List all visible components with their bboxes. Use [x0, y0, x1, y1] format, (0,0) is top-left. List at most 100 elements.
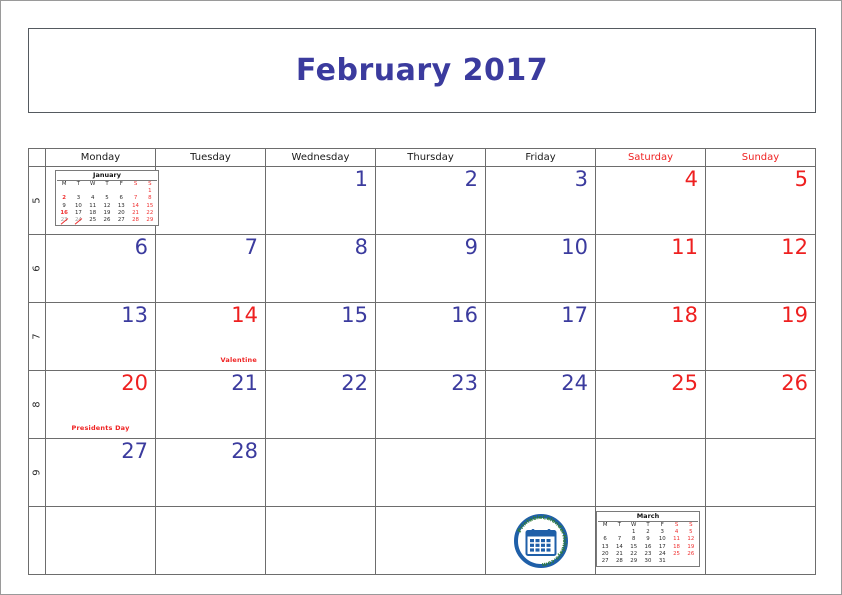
day-cell-18[interactable]: 18 [596, 303, 706, 370]
day-cell-24[interactable]: 24 [486, 371, 596, 438]
day-cell-22[interactable]: 22 [266, 371, 376, 438]
day-cell-4[interactable]: 4 [596, 167, 706, 234]
day-cell-23[interactable]: 23 [376, 371, 486, 438]
day-cell-empty[interactable] [706, 439, 815, 506]
day-cell-empty[interactable] [266, 507, 376, 574]
day-cell-21[interactable]: 21 [156, 371, 266, 438]
day-cell-empty[interactable]: PrintableCalendarHolidays.com [486, 507, 596, 574]
mini-calendar-march-day: 12 [687, 536, 695, 543]
day-cell-empty[interactable] [376, 507, 486, 574]
mini-calendar-march-day: 6 [603, 536, 607, 543]
mini-calendar-january-dow: T [76, 181, 81, 187]
day-cell-empty[interactable] [486, 439, 596, 506]
day-number: 14 [231, 303, 258, 327]
day-header-saturday: Saturday [596, 149, 706, 166]
mini-calendar-march-day: 9 [646, 536, 650, 543]
mini-calendar-january-dow: M [61, 181, 67, 187]
mini-calendar-january-day: 13 [117, 202, 125, 209]
mini-calendar-march-dow: M [602, 522, 608, 528]
day-cell-14[interactable]: 14 Valentine [156, 303, 266, 370]
day-number: 13 [121, 303, 148, 327]
mini-calendar-march-week: 1 2 3 4 5 [598, 529, 698, 536]
day-cell-empty[interactable] [706, 507, 815, 574]
mini-calendar-january-week: 16 17 18 19 20 21 22 [57, 210, 157, 217]
mini-calendar-march-day: 7 [617, 536, 622, 543]
mini-calendar-march-day [612, 529, 626, 536]
day-cell-10[interactable]: 10 [486, 235, 596, 302]
mini-calendar-january-day [57, 188, 71, 195]
day-cell-empty[interactable] [156, 167, 266, 234]
mini-calendar-march-day: 21 [615, 550, 623, 557]
mini-calendar-march-day: 11 [673, 536, 680, 543]
week-number-label: 5 [31, 197, 43, 204]
mini-calendar-january-day: 28 [132, 217, 139, 224]
mini-calendar-january-day [86, 188, 100, 195]
mini-calendar-march-dow: T [646, 522, 650, 528]
day-cell-6[interactable]: 6 [46, 235, 156, 302]
day-cell-empty[interactable] [156, 507, 266, 574]
day-cell-empty[interactable] [376, 439, 486, 506]
day-number: 12 [781, 235, 808, 259]
day-number: 11 [671, 235, 698, 259]
mini-calendar-january-day: 5 [105, 195, 109, 202]
calendar-week-row: 9 27 28 [29, 439, 815, 507]
day-cell-27[interactable]: 27 [46, 439, 156, 506]
day-cell-empty[interactable]: March M T W T F S S 1 2 3 4 5 6 7 8 9 10 11 12 13 14 15 16 17 18 1… [596, 507, 706, 574]
day-cell-2[interactable]: 2 [376, 167, 486, 234]
day-cell-20[interactable]: 20 Presidents Day [46, 371, 156, 438]
day-cell-25[interactable]: 25 [596, 371, 706, 438]
day-cell-17[interactable]: 17 [486, 303, 596, 370]
day-cell-3[interactable]: 3 [486, 167, 596, 234]
mini-calendar-march-dow: S [674, 522, 679, 528]
day-number: 25 [671, 371, 698, 395]
site-logo[interactable]: PrintableCalendarHolidays.com [512, 512, 570, 570]
mini-calendar-march-week: 13 14 15 16 17 18 19 [598, 544, 698, 551]
day-cell-empty[interactable] [266, 439, 376, 506]
week-number-cell: 8 [29, 371, 46, 438]
day-cell-16[interactable]: 16 [376, 303, 486, 370]
day-cell-1[interactable]: 1 [266, 167, 376, 234]
mini-calendar-march-day: 14 [615, 543, 623, 550]
day-cell-11[interactable]: 11 [596, 235, 706, 302]
day-cell-empty[interactable]: January M T W T F S S 1 2 3 4 5 6 7 8 9 10 11 12 13 14 15 16 17 1… [46, 167, 159, 234]
mini-calendar-march-day: 4 [674, 529, 679, 536]
mini-calendar-january-day: 2 [62, 195, 67, 202]
day-cell-28[interactable]: 28 [156, 439, 266, 506]
mini-calendar-march-day: 8 [631, 536, 636, 543]
day-header-tuesday: Tuesday [156, 149, 266, 166]
mini-calendar-january-day: 20 [117, 209, 125, 216]
day-number: 15 [341, 303, 368, 327]
day-header-sunday: Sunday [741, 152, 780, 163]
calendar-week-row: 6 6 7 8 9 10 11 12 [29, 235, 815, 303]
day-cell-19[interactable]: 19 [706, 303, 815, 370]
day-number: 8 [354, 235, 368, 259]
day-number: 23 [451, 371, 478, 395]
day-number: 22 [341, 371, 368, 395]
day-cell-8[interactable]: 8 [266, 235, 376, 302]
mini-calendar-january-day: 15 [146, 202, 154, 209]
day-cell-15[interactable]: 15 [266, 303, 376, 370]
day-cell-13[interactable]: 13 [46, 303, 156, 370]
calendar-weeks: 5 January M T W T F S S 1 2 3 4 5 6 7 8 9 10 11 12 13 14 15 16 17… [29, 167, 815, 574]
day-number: 4 [684, 167, 698, 191]
day-header-monday: Monday [46, 149, 156, 166]
day-cell-5[interactable]: 5 [706, 167, 815, 234]
day-cell-empty[interactable] [46, 507, 156, 574]
mini-calendar-march-dow: F [660, 522, 664, 528]
day-cell-empty[interactable] [596, 439, 706, 506]
mini-calendar-january-day: 4 [90, 195, 95, 202]
day-cell-9[interactable]: 9 [376, 235, 486, 302]
day-number: 21 [231, 371, 258, 395]
day-number: 16 [451, 303, 478, 327]
day-cell-7[interactable]: 7 [156, 235, 266, 302]
day-cell-12[interactable]: 12 [706, 235, 815, 302]
day-number: 10 [561, 235, 588, 259]
mini-calendar-january-day: 6 [119, 195, 123, 202]
mini-calendar-january-day: 18 [89, 209, 97, 216]
mini-calendar-january-day [114, 188, 128, 195]
mini-calendar-march-dow: T [617, 522, 622, 528]
week-number-label: 8 [31, 401, 43, 408]
day-number: 3 [574, 167, 588, 191]
day-cell-26[interactable]: 26 [706, 371, 815, 438]
mini-calendar-march-day: 16 [644, 543, 652, 550]
